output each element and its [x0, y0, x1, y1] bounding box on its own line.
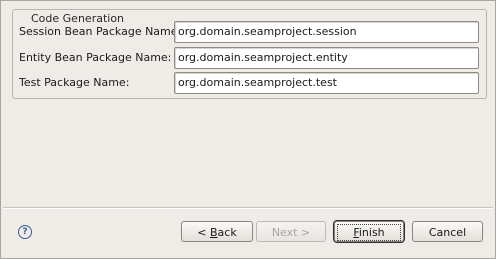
cancel-button[interactable]: Cancel [412, 221, 483, 242]
test-package-input[interactable] [175, 73, 476, 91]
back-rest: ack [217, 226, 237, 239]
session-bean-label: Session Bean Package Name: [19, 25, 182, 38]
finish-focus-ring: Finish [337, 224, 401, 241]
next-label: Next > [271, 226, 311, 239]
session-bean-input[interactable] [175, 22, 476, 40]
back-mnemonic: B [210, 226, 218, 239]
entity-bean-field[interactable] [174, 47, 479, 69]
button-bar-separator [3, 207, 493, 209]
help-icon[interactable]: ? [18, 225, 32, 239]
back-button[interactable]: < Back [181, 221, 253, 242]
entity-bean-label: Entity Bean Package Name: [19, 51, 172, 64]
wizard-dialog: Code Generation Session Bean Package Nam… [0, 0, 496, 259]
entity-bean-input[interactable] [175, 48, 476, 66]
back-prefix: < [197, 226, 210, 239]
test-package-field[interactable] [174, 72, 479, 94]
next-button[interactable]: Next > [256, 221, 326, 242]
finish-rest: inish [358, 226, 385, 239]
finish-button[interactable]: Finish [334, 221, 404, 242]
group-title: Code Generation [28, 13, 128, 25]
session-bean-field[interactable] [174, 21, 479, 43]
test-package-label: Test Package Name: [19, 76, 130, 89]
cancel-label: Cancel [428, 226, 467, 239]
